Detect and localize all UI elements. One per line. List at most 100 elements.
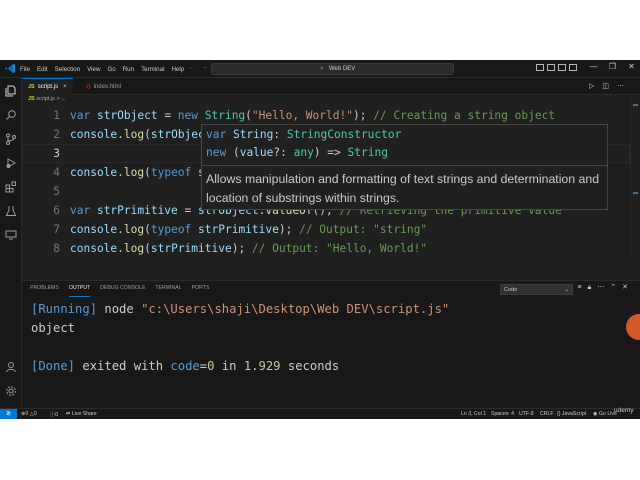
customize-layout-icon[interactable] <box>569 64 577 71</box>
source-control-icon[interactable] <box>5 132 17 145</box>
js-file-icon: JS <box>28 96 35 102</box>
toggle-sidebar-icon[interactable] <box>536 64 544 71</box>
remote-indicator-icon[interactable]: ≷ <box>0 409 17 419</box>
code-token: = <box>157 109 178 122</box>
code-token: new <box>206 146 233 159</box>
account-icon[interactable] <box>5 360 17 373</box>
more-actions-icon[interactable]: ⋯ <box>597 284 610 291</box>
code-token: exited with <box>75 359 171 373</box>
breadcrumb-rest[interactable]: > ... <box>56 96 65 102</box>
code-token: = <box>177 204 198 217</box>
tab-index-html[interactable]: ◇ index.html <box>80 78 127 95</box>
command-center[interactable]: ⌕ Web DEV <box>211 63 454 75</box>
maximize-button[interactable]: ❐ <box>603 62 622 71</box>
split-editor-icon[interactable]: ◫ <box>602 83 617 90</box>
hover-tooltip: var String: StringConstructor new (value… <box>201 124 608 210</box>
menu-item-selection[interactable]: Selection <box>55 66 80 73</box>
live-share-status[interactable]: ⇄ Live Share <box>66 411 97 417</box>
close-button[interactable]: ✕ <box>622 62 640 71</box>
lock-icon[interactable]: 🔒︎ <box>588 284 598 291</box>
code-token: // Output: "Hello, World!" <box>251 242 428 255</box>
command-center-label: Web DEV <box>329 66 356 72</box>
toggle-secondary-sidebar-icon[interactable] <box>558 64 566 71</box>
close-tab-icon[interactable]: × <box>63 84 67 90</box>
minimize-button[interactable]: — <box>584 62 603 71</box>
menu-item-run[interactable]: Run <box>123 66 134 73</box>
line-number: 6 <box>53 204 60 217</box>
warning-count: 0 <box>33 411 37 417</box>
run-code-icon[interactable]: ▷ <box>589 83 602 90</box>
extensions-icon[interactable] <box>5 180 17 193</box>
code-token: typeof <box>150 166 199 179</box>
remote-explorer-icon[interactable] <box>5 228 17 240</box>
menu-item-edit[interactable]: Edit <box>37 66 48 73</box>
code-token: console <box>70 166 118 179</box>
toggle-panel-icon[interactable] <box>547 64 555 71</box>
menu-item-help[interactable]: Help <box>171 66 184 73</box>
code-token: ) => <box>313 146 348 159</box>
code-token: ?: <box>273 146 294 159</box>
code-token: ( <box>144 128 151 141</box>
menu-item-view[interactable]: View <box>87 66 100 73</box>
eol[interactable]: CRLF <box>540 411 554 417</box>
breadcrumb-file[interactable]: script.js <box>36 96 55 102</box>
panel-tab-terminal[interactable]: TERMINAL <box>155 285 181 297</box>
run-debug-icon[interactable] <box>5 156 17 168</box>
layout-controls[interactable] <box>536 64 580 71</box>
line-content: console.log(strPrimitive); // Output: "H… <box>70 239 427 258</box>
code-token: ( <box>144 242 151 255</box>
close-panel-icon[interactable]: ✕ <box>622 284 634 291</box>
maximize-panel-icon[interactable]: ⌃ <box>610 284 622 291</box>
info-status[interactable]: ⓘ0 <box>50 411 58 418</box>
panel-tab-problems[interactable]: PROBLEMS <box>30 285 59 297</box>
indentation[interactable]: Spaces: 4 <box>491 411 514 417</box>
settings-gear-icon[interactable] <box>5 384 17 396</box>
code-token: String <box>232 128 274 141</box>
code-token: ( <box>144 223 151 236</box>
code-token: console <box>70 242 118 255</box>
menu-item-file[interactable]: File <box>20 66 30 73</box>
line-number: 3 <box>53 147 60 160</box>
code-token: [Running] <box>31 302 98 316</box>
code-line[interactable]: 8 console.log(strPrimitive); // Output: "… <box>22 239 640 258</box>
cursor-position[interactable]: Ln 3, Col 1 <box>461 411 486 417</box>
menu-item-go[interactable]: Go <box>107 66 115 73</box>
more-actions-icon[interactable]: ⋯ <box>617 83 632 90</box>
letterbox-top <box>0 0 640 60</box>
code-token: value <box>239 146 274 159</box>
tab-script-js[interactable]: JS script.js × <box>22 78 73 95</box>
line-number: 1 <box>53 109 60 122</box>
code-token: ); <box>231 242 252 255</box>
code-token: ( <box>232 146 240 159</box>
code-line[interactable]: 7 console.log(typeof strPrimitive); // Ou… <box>22 220 640 239</box>
code-token: seconds <box>280 359 340 373</box>
editor-scrollbar[interactable] <box>630 96 640 256</box>
code-token: in <box>214 359 244 373</box>
testing-icon[interactable] <box>5 204 17 216</box>
line-number: 7 <box>53 223 60 236</box>
code-token: . <box>117 223 124 236</box>
code-token: strObject <box>96 109 158 122</box>
floating-avatar[interactable] <box>626 314 640 340</box>
scroll-marker <box>633 192 638 194</box>
code-token: console <box>70 223 118 236</box>
braces-icon: {} <box>557 411 561 417</box>
vscode-logo-icon <box>5 63 16 74</box>
search-icon[interactable] <box>5 108 17 120</box>
list-icon[interactable]: ≡ <box>577 284 587 291</box>
panel-tab-debug-console[interactable]: DEBUG CONSOLE <box>100 285 145 297</box>
panel-tab-ports[interactable]: PORTS <box>192 285 210 297</box>
explorer-icon[interactable] <box>5 84 17 97</box>
encoding[interactable]: UTF-8 <box>519 411 534 417</box>
output-channel-select[interactable]: Code ⌄ <box>500 284 573 295</box>
line-number: 5 <box>53 185 60 198</box>
code-line[interactable]: 1 var strObject = new String("Hello, Worl… <box>22 106 640 125</box>
code-token: node <box>97 302 142 316</box>
problems-status[interactable]: ⊗0 △0 <box>21 411 37 417</box>
html-file-icon: ◇ <box>86 84 91 90</box>
code-token: ); <box>352 109 374 122</box>
menu-item-terminal[interactable]: Terminal <box>141 66 164 73</box>
panel-tab-output[interactable]: OUTPUT <box>68 285 91 297</box>
language-mode[interactable]: {} JavaScript <box>557 411 586 417</box>
info-count: 0 <box>55 412 59 418</box>
